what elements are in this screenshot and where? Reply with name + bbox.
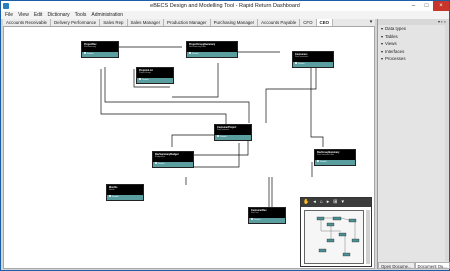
node-title: Months Month xyxy=(109,186,118,191)
menu-dictionary[interactable]: Dictionary xyxy=(47,11,69,19)
tab-production-manager[interactable]: Production Manager xyxy=(164,19,211,26)
minimap-drawing xyxy=(316,216,360,257)
node-rev-summary-budget[interactable]: RevSummaryBudget BudgetRev Details xyxy=(152,151,194,168)
home-icon[interactable]: ⌂ xyxy=(320,198,323,207)
hand-icon[interactable]: ✋ xyxy=(303,198,309,207)
title-bar: eBECS Design and Modelling Tool - Rapid … xyxy=(1,1,449,11)
node-customers[interactable]: Customers RevCustomers Details xyxy=(292,51,334,68)
tab-ceo[interactable]: CEO xyxy=(316,19,334,26)
link xyxy=(310,65,324,147)
tabs-overflow-icon[interactable]: ▾ xyxy=(367,19,375,26)
tab-sales-rep[interactable]: Sales Rep xyxy=(100,19,128,26)
menu-file[interactable]: File xyxy=(5,11,13,19)
panel-scrollbar[interactable] xyxy=(445,25,449,261)
tab-document-outline[interactable]: Document Ou... xyxy=(414,262,450,269)
node-title: CustomerProject ProjCustomer xyxy=(217,126,237,131)
tab-cfo[interactable]: CFO xyxy=(300,19,317,26)
node-projects-list[interactable]: ProjectsList ProjectGroup Details xyxy=(136,67,174,84)
tab-delivery-performance[interactable]: Delivery Performance xyxy=(51,19,101,26)
panel-tabs: Open Docume... Document Ou... xyxy=(378,262,450,269)
outline-item-interfaces[interactable]: ▾ Interfaces xyxy=(378,48,449,56)
node-title: RevGroupSummary RevCustomerTable xyxy=(317,151,340,156)
node-rev-group-summary[interactable]: RevGroupSummary RevCustomerTable Details xyxy=(314,149,356,166)
node-details[interactable]: Details xyxy=(137,78,173,83)
document-outline-panel: ▾ ▪ × ▾ Data types ▾ Tables ▾ Views ▾ Interf… xyxy=(377,19,450,269)
node-customer-project[interactable]: CustomerProject ProjCustomer Details xyxy=(214,124,252,141)
node-details[interactable]: Details xyxy=(153,162,193,167)
outline-item-tables[interactable]: ▾ Tables xyxy=(378,33,449,41)
node-title: ProjectRev RevSummary xyxy=(84,43,97,48)
menu-administration[interactable]: Administration xyxy=(91,11,123,19)
minimap-node xyxy=(326,222,335,227)
node-details[interactable]: Details xyxy=(82,52,118,57)
node-details[interactable]: Details xyxy=(249,218,285,223)
menu-icon[interactable]: ▾ xyxy=(342,198,345,207)
app-icon xyxy=(3,3,9,9)
node-project-group-summary[interactable]: ProjectGroupSummary RevSummaryTable Detai… xyxy=(186,41,238,58)
minimize-icon[interactable]: – xyxy=(407,1,420,11)
node-title: ProjectGroupSummary RevSummaryTable xyxy=(189,43,216,48)
overview-minimap[interactable] xyxy=(304,210,364,264)
window-title: eBECS Design and Modelling Tool - Rapid … xyxy=(150,3,300,9)
window-controls: – □ × xyxy=(407,1,449,11)
overview-scrollbar[interactable] xyxy=(366,210,370,264)
chevron-down-icon: ▾ xyxy=(381,41,384,46)
node-title: RevSummaryBudget BudgetRev xyxy=(155,153,179,158)
link xyxy=(104,67,250,123)
outline-item-processes[interactable]: ▾ Processes xyxy=(378,55,449,63)
chevron-down-icon: ▾ xyxy=(381,48,384,54)
tab-open-documents[interactable]: Open Docume... xyxy=(378,262,415,269)
minimap-node xyxy=(318,248,327,253)
link xyxy=(172,63,219,98)
tab-accounts-receivable[interactable]: Accounts Receivable xyxy=(3,19,52,26)
minimap-node xyxy=(351,238,360,243)
node-title: Customers RevCustomers xyxy=(295,53,309,58)
overview-toolbar: ✋ ◂ ⌂ ▸ ⊞ ▾ xyxy=(301,198,371,207)
zoom-out-icon[interactable]: ◂ xyxy=(313,198,316,207)
minimap-node xyxy=(342,252,351,257)
chevron-down-icon: ▾ xyxy=(381,56,384,61)
minimap-node xyxy=(348,218,357,223)
maximize-icon[interactable]: □ xyxy=(420,1,433,11)
menu-edit[interactable]: Edit xyxy=(34,11,43,19)
minimap-node xyxy=(338,232,347,237)
menu-view[interactable]: View xyxy=(18,11,29,19)
node-title: ProjectsList ProjectGroup xyxy=(139,69,153,74)
node-title: CustomerRev RevCust xyxy=(251,209,267,214)
fit-icon[interactable]: ⊞ xyxy=(333,198,337,207)
app-window: eBECS Design and Modelling Tool - Rapid … xyxy=(0,0,450,271)
diagram-canvas[interactable]: ProjectRev RevSummary Details ProjectGrou… xyxy=(3,26,375,269)
node-details[interactable]: Details xyxy=(215,135,251,140)
node-details[interactable]: Details xyxy=(293,62,333,67)
overview-panel[interactable]: ✋ ◂ ⌂ ▸ ⊞ ▾ xyxy=(300,197,372,267)
node-months[interactable]: Months Month Details xyxy=(106,184,144,201)
outline-item-data-types[interactable]: ▾ Data types xyxy=(378,25,449,33)
minimap-node xyxy=(316,216,325,221)
tab-purchasing-manager[interactable]: Purchasing Manager xyxy=(210,19,259,26)
menu-tools[interactable]: Tools xyxy=(75,11,87,19)
close-icon[interactable]: × xyxy=(433,1,449,11)
node-project-rev[interactable]: ProjectRev RevSummary Details xyxy=(81,41,119,58)
outline-item-views[interactable]: ▾ Views xyxy=(378,40,449,48)
menu-bar: File View Edit Dictionary Tools Administ… xyxy=(1,11,449,19)
chevron-down-icon: ▾ xyxy=(381,26,384,31)
link xyxy=(265,65,317,123)
tab-accounts-payable[interactable]: Accounts Payable xyxy=(258,19,301,26)
tab-sales-manager[interactable]: Sales Manager xyxy=(127,19,165,26)
minimap-node xyxy=(326,238,335,243)
minimap-node xyxy=(332,216,342,221)
minimap-links xyxy=(320,217,356,253)
node-details[interactable]: Details xyxy=(107,195,143,200)
zoom-in-icon[interactable]: ▸ xyxy=(327,198,330,207)
node-customer-rev[interactable]: CustomerRev RevCust Details xyxy=(248,207,286,224)
document-tabs: Accounts Receivable Delivery Performance… xyxy=(3,19,375,26)
node-details[interactable]: Details xyxy=(315,160,355,165)
chevron-down-icon: ▾ xyxy=(381,33,384,39)
node-details[interactable]: Details xyxy=(187,52,237,57)
